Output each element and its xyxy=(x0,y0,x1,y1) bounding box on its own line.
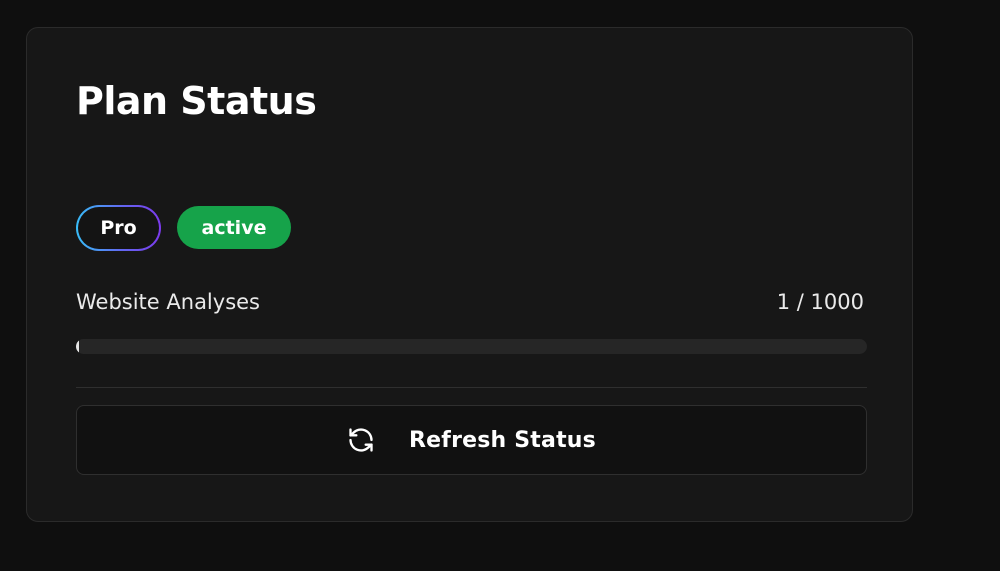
page-title: Plan Status xyxy=(76,79,317,123)
refresh-icon xyxy=(347,426,375,454)
divider xyxy=(76,387,867,388)
plan-badge: Pro xyxy=(76,205,161,251)
badge-row: Pro active xyxy=(76,205,291,251)
plan-status-card: Plan Status Pro active Website Analyses … xyxy=(26,27,913,522)
refresh-status-button[interactable]: Refresh Status xyxy=(76,405,867,475)
plan-badge-label: Pro xyxy=(78,207,159,249)
usage-progress-bar xyxy=(76,339,867,354)
usage-progress-fill xyxy=(76,339,79,354)
usage-count: 1 / 1000 xyxy=(776,290,864,314)
refresh-status-label: Refresh Status xyxy=(409,427,596,453)
status-badge: active xyxy=(177,206,291,249)
usage-label: Website Analyses xyxy=(76,290,260,314)
